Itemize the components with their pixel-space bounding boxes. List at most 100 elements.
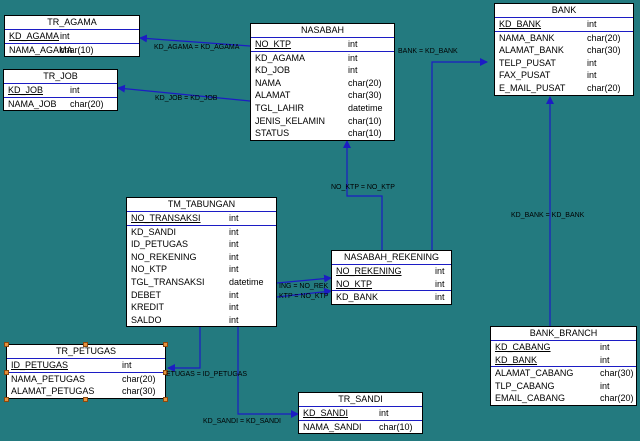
resize-handle-sw[interactable] bbox=[4, 397, 9, 402]
column-type: int bbox=[229, 251, 239, 262]
column-type: char(10) bbox=[348, 115, 382, 126]
column-row[interactable]: JENIS_KELAMIN char(10) bbox=[251, 115, 394, 128]
column-row[interactable]: NAMA_AGAMA char(10) bbox=[5, 44, 139, 57]
column-type: char(30) bbox=[348, 90, 382, 101]
table-title: BANK_BRANCH bbox=[491, 327, 636, 341]
column-row[interactable]: NAMA_BANK char(20) bbox=[495, 32, 633, 45]
column-row[interactable]: DEBET int bbox=[127, 289, 276, 302]
column-type: char(20) bbox=[122, 373, 156, 384]
table-nasabah-rekening[interactable]: NASABAH_REKENING NO_REKENING int NO_KTP int K… bbox=[331, 250, 452, 305]
primary-key-row[interactable]: NO_TRANSAKSI int bbox=[127, 212, 276, 226]
resize-handle-nw[interactable] bbox=[4, 342, 9, 347]
column-row[interactable]: ALAMAT_BANK char(30) bbox=[495, 44, 633, 57]
table-bank-branch[interactable]: BANK_BRANCH KD_CABANG int KD_BANK int ALAMAT_… bbox=[490, 326, 637, 406]
column-row[interactable]: SALDO int bbox=[127, 314, 276, 327]
primary-key-row[interactable]: KD_BANK int bbox=[495, 18, 633, 32]
column-row[interactable]: STATUS char(10) bbox=[251, 127, 394, 140]
column-name: NO_REKENING bbox=[131, 251, 197, 262]
column-name: ALAMAT bbox=[255, 90, 291, 101]
column-row[interactable]: TLP_CABANG int bbox=[491, 380, 636, 393]
column-row[interactable]: ID_PETUGAS int bbox=[127, 238, 276, 251]
column-name: NO_KTP bbox=[336, 278, 373, 289]
rel-label-ktp: NO_KTP = NO_KTP bbox=[331, 184, 395, 191]
column-row[interactable]: ALAMAT_CABANG char(30) bbox=[491, 367, 636, 380]
table-tr-petugas[interactable]: TR_PETUGAS ID_PETUGAS int NAMA_PETUGAS char(… bbox=[6, 344, 166, 399]
column-row[interactable]: EMAIL_CABANG char(20) bbox=[491, 392, 636, 405]
column-row[interactable]: NAMA_PETUGAS char(20) bbox=[7, 373, 165, 386]
primary-key-row[interactable]: KD_SANDI int bbox=[299, 407, 422, 421]
table-tr-sandi[interactable]: TR_SANDI KD_SANDI int NAMA_SANDI char(10) bbox=[298, 392, 423, 435]
primary-key-row[interactable]: KD_AGAMA int bbox=[5, 30, 139, 44]
column-name: ALAMAT_BANK bbox=[499, 45, 564, 56]
table-bank[interactable]: BANK KD_BANK int NAMA_BANK char(20) ALAMAT_BA… bbox=[494, 3, 634, 96]
resize-handle-s[interactable] bbox=[83, 397, 88, 402]
primary-key-row[interactable]: ID_PETUGAS int bbox=[7, 359, 165, 373]
table-title: TR_JOB bbox=[4, 70, 117, 84]
column-name: NAMA_JOB bbox=[8, 98, 57, 109]
table-tm-tabungan[interactable]: TM_TABUNGAN NO_TRANSAKSI int KD_SANDI int ID_… bbox=[126, 197, 277, 328]
resize-handle-w[interactable] bbox=[4, 370, 9, 375]
column-row[interactable]: NO_REKENING int bbox=[127, 251, 276, 264]
primary-key-row[interactable]: KD_JOB int bbox=[4, 84, 117, 98]
resize-handle-n[interactable] bbox=[83, 342, 88, 347]
column-type: int bbox=[229, 289, 239, 300]
column-row[interactable]: NAMA_SANDI char(10) bbox=[299, 421, 422, 434]
column-type: int bbox=[229, 226, 239, 237]
column-name: NO_KTP bbox=[131, 264, 168, 275]
rel-line-bank bbox=[431, 58, 488, 250]
primary-key-row[interactable]: NO_REKENING int bbox=[332, 265, 451, 278]
column-type: datetime bbox=[348, 102, 383, 113]
column-type: int bbox=[229, 302, 239, 313]
rel-label-agama: KD_AGAMA = KD_AGAMA bbox=[154, 44, 240, 51]
column-row[interactable]: TGL_TRANSAKSI datetime bbox=[127, 276, 276, 289]
column-name: NAMA bbox=[255, 77, 282, 88]
column-row[interactable]: NAMA_JOB char(20) bbox=[4, 98, 117, 111]
table-tr-agama[interactable]: TR_AGAMA KD_AGAMA int NAMA_AGAMA char(10) bbox=[4, 15, 140, 58]
column-name: KD_SANDI bbox=[303, 408, 349, 418]
table-tr-job[interactable]: TR_JOB KD_JOB int NAMA_JOB char(20) bbox=[3, 69, 118, 112]
column-name: NO_REKENING bbox=[336, 266, 402, 276]
column-row[interactable]: NAMA char(20) bbox=[251, 77, 394, 90]
column-name: FAX_PUSAT bbox=[499, 70, 551, 81]
column-name: TGL_LAHIR bbox=[255, 102, 305, 113]
table-nasabah[interactable]: NASABAH NO_KTP int KD_AGAMA int KD_JOB int NAMA… bbox=[250, 23, 395, 141]
primary-key-row[interactable]: NO_KTP int bbox=[251, 38, 394, 52]
column-type: int bbox=[435, 278, 445, 289]
table-title: NASABAH_REKENING bbox=[332, 251, 451, 265]
column-row[interactable]: KD_BANK int bbox=[332, 291, 451, 304]
column-row[interactable]: TELP_PUSAT int bbox=[495, 57, 633, 70]
column-row[interactable]: KD_SANDI int bbox=[127, 226, 276, 239]
column-name: NAMA_BANK bbox=[499, 32, 555, 43]
column-type: char(20) bbox=[70, 98, 104, 109]
column-row[interactable]: KREDIT int bbox=[127, 301, 276, 314]
column-type: int bbox=[435, 292, 445, 303]
column-row[interactable]: ALAMAT char(30) bbox=[251, 89, 394, 102]
column-row[interactable]: KD_AGAMA int bbox=[251, 52, 394, 65]
rel-label-sandi: KD_SANDI = KD_SANDI bbox=[203, 418, 281, 425]
column-name: KD_AGAMA bbox=[9, 31, 60, 41]
column-type: int bbox=[60, 31, 70, 41]
rel-label-rek-a: ING = NO_REK bbox=[279, 283, 329, 290]
column-type: int bbox=[229, 264, 239, 275]
column-row[interactable]: TGL_LAHIR datetime bbox=[251, 102, 394, 115]
primary-key-row[interactable]: KD_CABANG int bbox=[491, 341, 636, 354]
column-row[interactable]: KD_JOB int bbox=[251, 64, 394, 77]
column-row[interactable]: E_MAIL_PUSAT char(20) bbox=[495, 82, 633, 95]
column-type: int bbox=[379, 408, 389, 418]
column-type: int bbox=[587, 57, 597, 68]
column-name: EMAIL_CABANG bbox=[495, 393, 566, 404]
primary-key-row[interactable]: NO_KTP int bbox=[332, 278, 451, 292]
primary-key-row[interactable]: KD_BANK int bbox=[491, 354, 636, 368]
column-name: TGL_TRANSAKSI bbox=[131, 276, 205, 287]
column-type: char(20) bbox=[348, 77, 382, 88]
rel-line-petugas bbox=[167, 327, 201, 372]
resize-handle-se[interactable] bbox=[163, 397, 168, 402]
rel-label-job: KD_JOB = KD_JOB bbox=[155, 95, 218, 102]
column-row[interactable]: NO_KTP int bbox=[127, 263, 276, 276]
table-title: TR_AGAMA bbox=[5, 16, 139, 30]
column-name: KD_BANK bbox=[499, 19, 542, 29]
column-row[interactable]: ALAMAT_PETUGAS char(30) bbox=[7, 385, 165, 398]
resize-handle-ne[interactable] bbox=[163, 342, 168, 347]
column-name: NAMA_PETUGAS bbox=[11, 373, 86, 384]
column-row[interactable]: FAX_PUSAT int bbox=[495, 69, 633, 82]
